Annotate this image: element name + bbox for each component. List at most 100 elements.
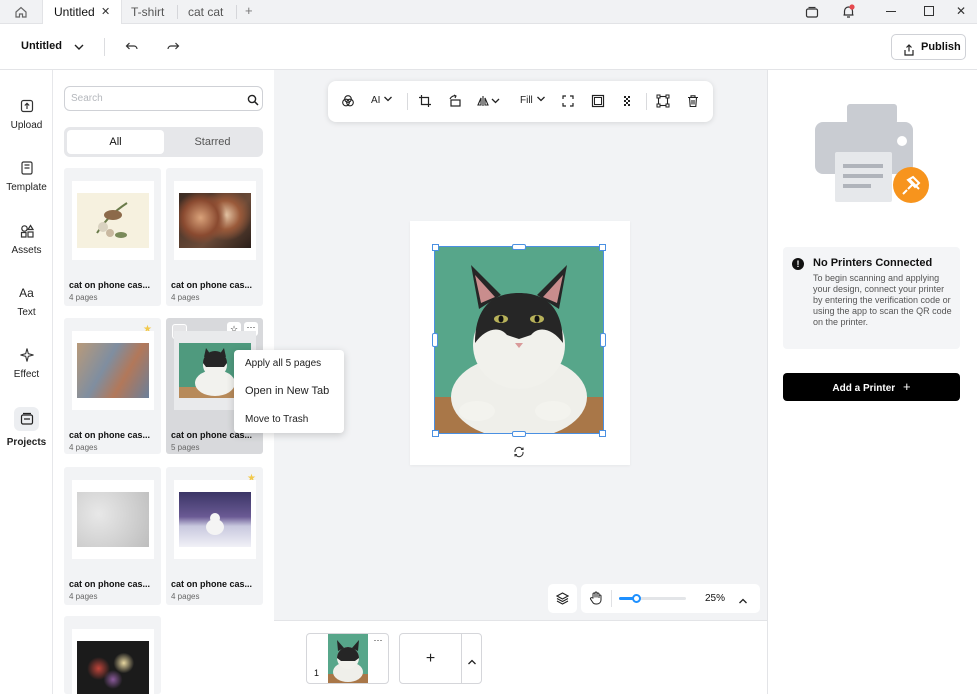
frame-icon[interactable] xyxy=(591,94,605,113)
close-window-icon[interactable]: ✕ xyxy=(956,4,966,18)
dark-floral-artwork xyxy=(77,641,149,694)
plus-icon: + xyxy=(902,379,911,394)
toolbar-divider xyxy=(407,93,408,110)
fill-menu-button[interactable]: Fill xyxy=(520,94,546,108)
add-printer-button[interactable]: Add a Printer + xyxy=(783,373,960,401)
project-pages: 4 pages xyxy=(69,293,98,302)
project-card[interactable]: ★ cat on phone cas... 4 pages xyxy=(166,467,263,605)
menu-item-open-new-tab[interactable]: Open in New Tab xyxy=(245,385,329,397)
redo-icon[interactable] xyxy=(166,39,180,53)
resize-handle-bottom[interactable] xyxy=(512,431,526,437)
resize-handle-top[interactable] xyxy=(512,244,526,250)
bird-flower-artwork xyxy=(77,193,149,248)
rail-item-text[interactable]: Aa Text xyxy=(0,285,53,335)
project-title: cat on phone cas... xyxy=(69,280,151,290)
zoom-slider-track[interactable] xyxy=(619,594,686,603)
tab-label: Untitled xyxy=(54,5,95,19)
rail-item-upload[interactable]: Upload xyxy=(0,98,53,148)
page-more-button[interactable]: ··· xyxy=(371,636,385,648)
printer-status-card: ! No Printers Connected To begin scannin… xyxy=(783,247,960,349)
assets-icon xyxy=(19,223,35,239)
ai-menu-button[interactable]: AI xyxy=(371,94,393,108)
chevron-up-icon[interactable] xyxy=(738,593,748,611)
add-page-button[interactable]: + xyxy=(399,633,462,684)
home-icon[interactable] xyxy=(14,5,28,19)
tab-divider xyxy=(236,5,237,19)
close-icon[interactable]: ✕ xyxy=(101,0,110,24)
fullscreen-icon[interactable] xyxy=(561,94,575,113)
transform-icon[interactable] xyxy=(656,94,670,113)
header: Untitled Publish xyxy=(0,24,977,70)
publish-button[interactable]: Publish xyxy=(891,34,966,60)
menu-item-apply-all[interactable]: Apply all 5 pages xyxy=(245,358,321,369)
color-adjust-icon[interactable] xyxy=(341,94,355,113)
tab-label: cat cat xyxy=(188,5,224,19)
resize-handle-tl[interactable] xyxy=(432,244,439,251)
search-icon[interactable] xyxy=(247,92,259,106)
fill-label: Fill xyxy=(520,95,533,106)
rail-item-projects[interactable]: Projects xyxy=(0,407,53,457)
minimize-icon[interactable] xyxy=(886,11,896,12)
crop-icon[interactable] xyxy=(418,94,432,113)
project-card[interactable]: cat on phone cas... 4 pages xyxy=(64,168,161,306)
page-thumbnail-1[interactable]: 1 ··· xyxy=(306,633,389,684)
rotate-handle-icon[interactable] xyxy=(513,445,525,458)
left-rail: Upload Template Assets Aa Text Effect Pr… xyxy=(0,70,53,694)
project-card[interactable]: ★ cat on phone cas... 4 pages xyxy=(64,318,161,454)
rail-item-template[interactable]: Template xyxy=(0,160,53,210)
app-window: Untitled ✕ T-shirt cat cat + ✕ Untitled xyxy=(0,0,977,694)
project-title: cat on phone cas... xyxy=(69,579,151,589)
project-card[interactable] xyxy=(64,616,161,694)
project-pages: 4 pages xyxy=(171,293,200,302)
project-card[interactable]: cat on phone cas... 4 pages xyxy=(166,168,263,306)
status-title: No Printers Connected xyxy=(813,257,933,269)
resize-handle-left[interactable] xyxy=(432,333,438,347)
zoom-slider-thumb[interactable] xyxy=(631,594,641,603)
project-title: cat on phone cas... xyxy=(171,579,253,589)
hand-pan-icon[interactable] xyxy=(589,591,603,610)
filter-segmented-control: All Starred xyxy=(64,127,263,157)
resize-handle-right[interactable] xyxy=(600,333,606,347)
rail-label: Template xyxy=(6,182,47,193)
tab-all[interactable]: All xyxy=(67,130,164,154)
publish-label: Publish xyxy=(921,41,961,53)
cat-image[interactable] xyxy=(434,246,604,434)
new-tab-plus-icon[interactable]: + xyxy=(245,3,253,18)
resize-handle-br[interactable] xyxy=(599,430,606,437)
printer-panel: ! No Printers Connected To begin scannin… xyxy=(768,70,977,694)
chevron-down-icon[interactable] xyxy=(73,40,85,52)
rotate-icon[interactable] xyxy=(448,94,462,113)
zoom-controls: 25% xyxy=(548,584,760,613)
document-title[interactable]: Untitled xyxy=(21,40,62,52)
tab-starred[interactable]: Starred xyxy=(164,130,261,154)
tab-cat-cat[interactable]: cat cat xyxy=(188,0,238,24)
rail-label: Projects xyxy=(6,437,47,448)
project-pages: 4 pages xyxy=(171,592,200,601)
undo-icon[interactable] xyxy=(125,39,139,53)
tab-tshirt[interactable]: T-shirt xyxy=(131,0,177,24)
tab-untitled[interactable]: Untitled ✕ xyxy=(42,0,122,24)
transparency-icon[interactable] xyxy=(621,94,635,113)
search-input[interactable]: Search xyxy=(64,86,263,111)
zoom-level: 25% xyxy=(705,593,726,604)
rail-item-assets[interactable]: Assets xyxy=(0,223,53,273)
divider xyxy=(611,590,612,607)
bell-icon[interactable] xyxy=(841,4,856,19)
project-card[interactable]: cat on phone cas... 4 pages xyxy=(64,467,161,605)
flip-menu-button[interactable] xyxy=(477,94,501,113)
menu-item-move-to-trash[interactable]: Move to Trash xyxy=(245,414,308,425)
rail-item-effect[interactable]: Effect xyxy=(0,347,53,397)
design-page[interactable] xyxy=(410,221,630,465)
project-pages: 4 pages xyxy=(69,443,98,452)
resize-handle-bl[interactable] xyxy=(432,430,439,437)
trash-icon[interactable] xyxy=(686,94,700,113)
window-switch-icon[interactable] xyxy=(805,5,819,19)
page-thumbnail xyxy=(72,331,154,410)
collapse-pages-button[interactable] xyxy=(461,633,482,684)
page-thumbnail xyxy=(72,181,154,260)
layers-button[interactable] xyxy=(548,584,577,613)
maximize-icon[interactable] xyxy=(924,6,934,16)
image-toolbar: AI Fill xyxy=(328,81,713,122)
effect-icon xyxy=(19,347,35,363)
resize-handle-tr[interactable] xyxy=(599,244,606,251)
